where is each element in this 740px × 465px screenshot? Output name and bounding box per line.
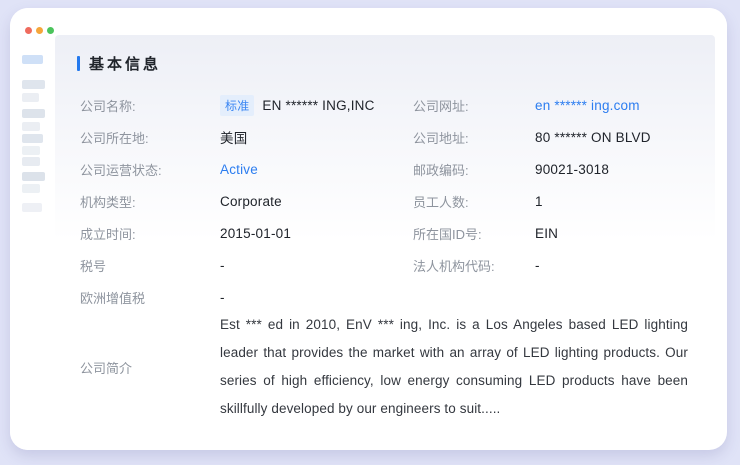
field-label: 公司地址: <box>413 128 535 147</box>
field-value: - <box>220 258 225 273</box>
field-label: 公司简介 <box>80 358 220 377</box>
field-label: 公司所在地: <box>80 128 220 147</box>
field-label: 公司名称: <box>80 96 220 115</box>
field-label: 机构类型: <box>80 192 220 211</box>
section-header: 基本信息 <box>77 53 161 74</box>
info-row-employee-count: 员工人数: 1 <box>413 185 713 217</box>
section-title: 基本信息 <box>89 53 161 74</box>
info-row-org-type: 机构类型: Corporate <box>80 185 410 217</box>
window-controls <box>25 27 54 34</box>
field-value: EIN <box>535 226 558 241</box>
sidebar-skeleton-bar <box>22 203 42 212</box>
field-label: 邮政编码: <box>413 160 535 179</box>
sidebar-skeleton-nav <box>10 40 55 450</box>
sidebar-skeleton-bar <box>22 93 39 102</box>
page-background: { "window": { "controls": [ { "name": "c… <box>0 0 740 465</box>
company-name-value: 标准 EN ****** ING,INC <box>220 95 375 116</box>
company-name-text: EN ****** ING,INC <box>262 98 374 113</box>
field-label: 成立时间: <box>80 224 220 243</box>
sidebar-skeleton-bar <box>22 109 45 118</box>
sidebar-skeleton-bar <box>22 172 45 181</box>
section-accent-bar-icon <box>77 56 80 71</box>
info-row-website: 公司网址: en ****** ing.com <box>413 89 713 121</box>
info-row-founded-date: 成立时间: 2015-01-01 <box>80 217 410 249</box>
info-row-company-name: 公司名称: 标准 EN ****** ING,INC <box>80 89 410 121</box>
info-column-left: 公司名称: 标准 EN ****** ING,INC 公司所在地: 美国 公司运营… <box>80 89 410 313</box>
field-label: 所在国ID号: <box>413 224 535 243</box>
info-row-postal-code: 邮政编码: 90021-3018 <box>413 153 713 185</box>
field-label: 欧洲增值税 <box>80 288 220 307</box>
info-row-country-id: 所在国ID号: EIN <box>413 217 713 249</box>
basic-info-panel: 基本信息 公司名称: 标准 EN ****** ING,INC 公司所在地: 美国… <box>55 35 715 431</box>
field-label: 法人机构代码: <box>413 256 535 275</box>
field-label: 税号 <box>80 256 220 275</box>
field-label: 公司网址: <box>413 96 535 115</box>
app-window: 基本信息 公司名称: 标准 EN ****** ING,INC 公司所在地: 美国… <box>10 8 727 450</box>
info-row-eu-vat: 欧洲增值税 - <box>80 281 410 313</box>
field-value: 80 ****** ON BLVD <box>535 130 651 145</box>
info-row-tax-id: 税号 - <box>80 249 410 281</box>
field-value: 90021-3018 <box>535 162 609 177</box>
sidebar-skeleton-bar <box>22 55 43 64</box>
company-website-link[interactable]: en ****** ing.com <box>535 98 640 113</box>
sidebar-skeleton-bar <box>22 134 43 143</box>
maximize-window-button[interactable] <box>47 27 54 34</box>
info-row-operating-status: 公司运营状态: Active <box>80 153 410 185</box>
sidebar-skeleton-bar <box>22 122 40 131</box>
info-row-location: 公司所在地: 美国 <box>80 121 410 153</box>
status-value: Active <box>220 162 258 177</box>
field-label: 公司运营状态: <box>80 160 220 179</box>
minimize-window-button[interactable] <box>36 27 43 34</box>
field-label: 员工人数: <box>413 192 535 211</box>
field-value: 1 <box>535 194 543 209</box>
field-value: 2015-01-01 <box>220 226 291 241</box>
sidebar-skeleton-bar <box>22 80 45 89</box>
field-value: - <box>535 258 540 273</box>
sidebar-skeleton-bar <box>22 157 40 166</box>
field-value: - <box>220 290 225 305</box>
info-row-legal-entity-code: 法人机构代码: - <box>413 249 713 281</box>
info-row-company-profile: 公司简介 Est *** ed in 2010, EnV *** ing, In… <box>80 311 690 423</box>
info-column-right: 公司网址: en ****** ing.com 公司地址: 80 ****** … <box>413 89 713 281</box>
field-value: Corporate <box>220 194 282 209</box>
info-row-address: 公司地址: 80 ****** ON BLVD <box>413 121 713 153</box>
company-profile-text: Est *** ed in 2010, EnV *** ing, Inc. is… <box>220 311 688 423</box>
close-window-button[interactable] <box>25 27 32 34</box>
sidebar-skeleton-bar <box>22 146 40 155</box>
sidebar-skeleton-bar <box>22 184 40 193</box>
standard-badge: 标准 <box>220 95 254 116</box>
field-value: 美国 <box>220 127 247 147</box>
